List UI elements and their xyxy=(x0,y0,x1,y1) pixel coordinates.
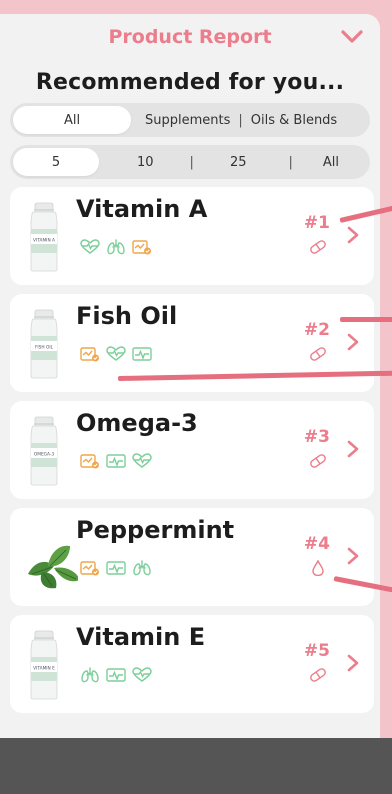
count-option-5[interactable]: 5 xyxy=(13,148,99,176)
check-icon xyxy=(80,561,99,576)
category-option-all[interactable]: All xyxy=(13,106,131,134)
peppermint-leaf-image xyxy=(28,545,78,589)
heart-icon xyxy=(132,453,152,468)
capsule-icon xyxy=(310,454,326,468)
pulse-icon xyxy=(106,561,126,575)
divider: | xyxy=(288,154,293,170)
check-icon xyxy=(80,347,99,362)
product-name: Fish Oil xyxy=(76,302,178,330)
svg-text:VITAMIN A: VITAMIN A xyxy=(33,238,55,244)
chevron-down-icon[interactable] xyxy=(338,24,366,48)
chevron-right-icon[interactable] xyxy=(346,546,360,566)
svg-text:OMEGA-3: OMEGA-3 xyxy=(34,452,55,458)
product-rank: #3 xyxy=(303,427,330,447)
category-filter: All Supplements | Oils & Blends xyxy=(10,103,370,137)
product-card[interactable]: VITAMIN A Vitamin A #1 xyxy=(10,187,374,285)
drop-icon xyxy=(312,560,324,576)
page-title: Product Report xyxy=(108,26,272,48)
check-icon xyxy=(132,240,151,255)
count-option-all[interactable]: All xyxy=(323,148,339,176)
bottom-bar xyxy=(0,738,392,794)
annotation-pointer xyxy=(340,317,392,322)
svg-text:VITAMIN E: VITAMIN E xyxy=(33,666,55,672)
chevron-right-icon[interactable] xyxy=(346,225,360,245)
svg-text:FISH OIL: FISH OIL xyxy=(35,345,54,351)
section-title: Recommended for you... xyxy=(35,70,345,95)
chevron-right-icon[interactable] xyxy=(346,439,360,459)
product-rank: #2 xyxy=(303,320,330,340)
heart-icon xyxy=(80,239,100,254)
product-bottle-image: OMEGA-3 xyxy=(30,416,58,486)
divider: | xyxy=(238,112,243,128)
category-option-oils-blends[interactable]: Oils & Blends xyxy=(251,106,337,134)
lungs-icon xyxy=(107,239,125,255)
benefit-icons xyxy=(80,239,152,255)
product-rank: #4 xyxy=(303,534,330,554)
heart-icon xyxy=(132,667,152,682)
product-rank: #5 xyxy=(303,641,330,661)
chevron-right-icon[interactable] xyxy=(346,653,360,673)
benefit-icons xyxy=(80,667,152,683)
product-card[interactable]: Peppermint #4 xyxy=(10,508,374,606)
product-rank: #1 xyxy=(303,213,330,233)
product-name: Vitamin E xyxy=(76,623,206,651)
lungs-icon xyxy=(81,667,99,683)
pulse-icon xyxy=(106,454,126,468)
divider: | xyxy=(189,154,194,170)
header: Product Report xyxy=(0,14,380,60)
pulse-icon xyxy=(106,668,126,682)
count-option-25[interactable]: 25 xyxy=(230,148,247,176)
chevron-right-icon[interactable] xyxy=(346,332,360,352)
benefit-icons xyxy=(80,346,152,362)
edge-strip xyxy=(380,0,392,738)
capsule-icon xyxy=(310,240,326,254)
check-icon xyxy=(80,454,99,469)
count-option-10[interactable]: 10 xyxy=(137,148,154,176)
lungs-icon xyxy=(133,560,151,576)
count-filter: 5 10 | 25 | All xyxy=(10,145,370,179)
category-option-supplements[interactable]: Supplements xyxy=(145,106,230,134)
product-bottle-image: FISH OIL xyxy=(30,309,58,379)
heart-icon xyxy=(106,346,126,361)
product-name: Vitamin A xyxy=(76,195,208,223)
product-card[interactable]: OMEGA-3 Omega-3 #3 xyxy=(10,401,374,499)
benefit-icons xyxy=(80,453,152,469)
capsule-icon xyxy=(310,347,326,361)
product-bottle-image: VITAMIN A xyxy=(30,202,58,272)
product-bottle-image: VITAMIN E xyxy=(30,630,58,700)
pulse-icon xyxy=(132,347,152,361)
product-name: Peppermint xyxy=(76,516,235,544)
benefit-icons xyxy=(80,560,152,576)
capsule-icon xyxy=(310,668,326,682)
product-name: Omega-3 xyxy=(76,409,198,437)
product-card[interactable]: VITAMIN E Vitamin E #5 xyxy=(10,615,374,713)
